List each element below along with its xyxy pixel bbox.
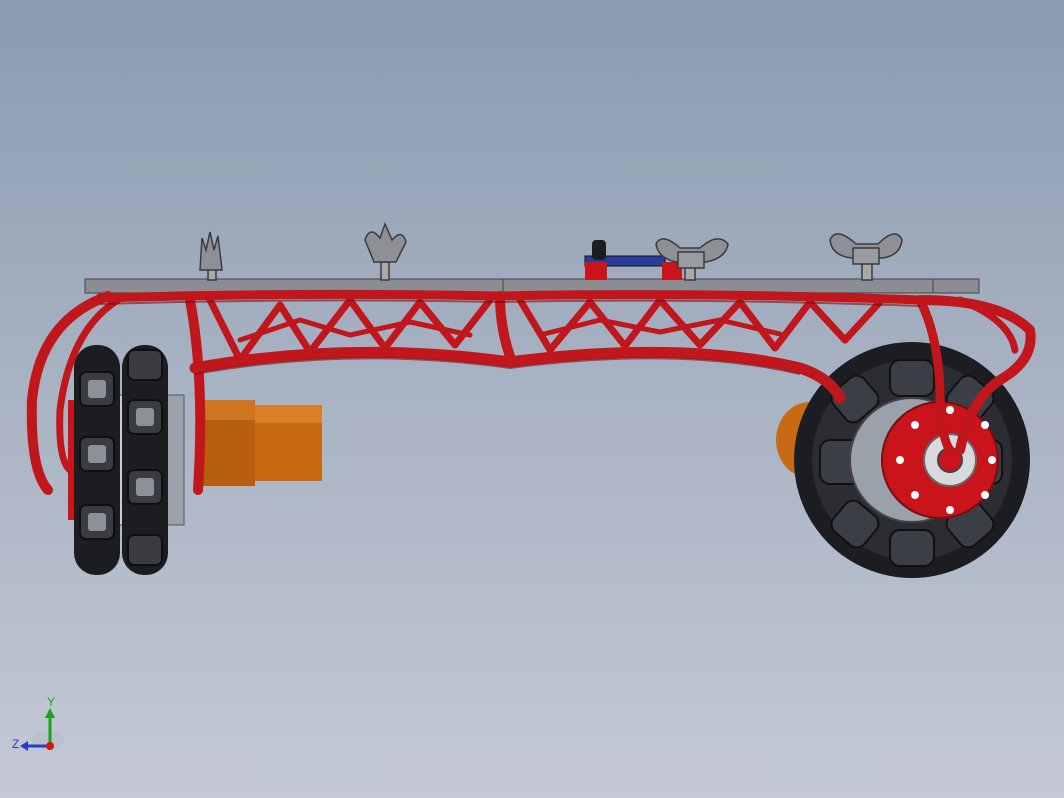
wing-nut-1 <box>199 231 223 281</box>
left-motor <box>200 400 322 486</box>
z-axis-label: Z <box>12 737 19 751</box>
wing-nuts <box>199 221 903 281</box>
y-axis-label: Y <box>47 695 55 709</box>
robot-chassis-model <box>26 221 1036 578</box>
z-axis-arrow <box>20 741 28 751</box>
y-axis-arrow <box>45 708 55 718</box>
wing-nut-2 <box>364 221 407 281</box>
wing-nut-4 <box>829 233 903 281</box>
3d-viewport[interactable]: Y Z <box>0 0 1064 798</box>
x-axis-dot <box>46 742 54 750</box>
coordinate-triad: Y Z <box>0 690 80 770</box>
